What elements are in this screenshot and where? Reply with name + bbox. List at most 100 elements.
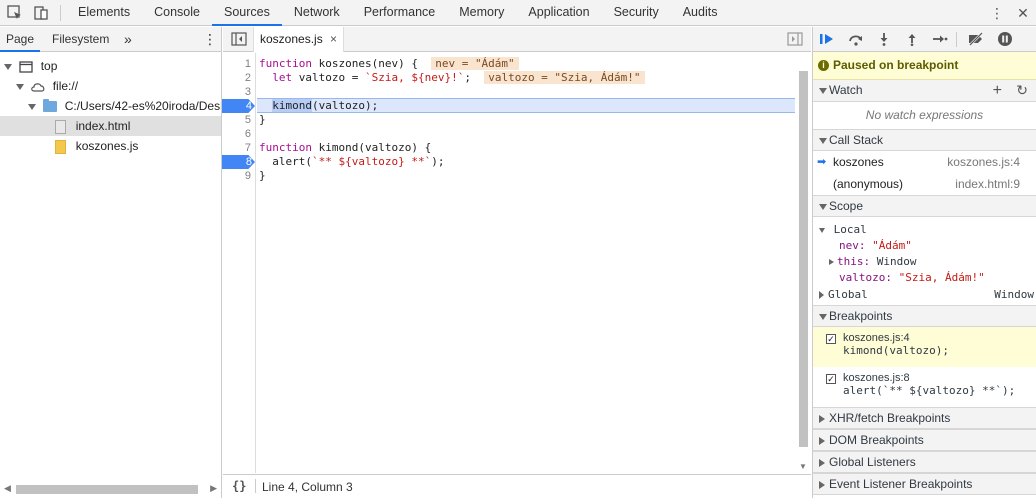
- add-watch-icon[interactable]: +: [993, 80, 1002, 101]
- horizontal-scrollbar[interactable]: ◀ ▶: [0, 480, 221, 498]
- collapsed-arrow-icon[interactable]: [819, 291, 824, 299]
- navigator-menu-icon[interactable]: ⋮: [203, 27, 217, 52]
- step-over-icon[interactable]: [848, 32, 864, 46]
- collapsed-arrow-icon[interactable]: [819, 415, 825, 423]
- expand-arrow-icon[interactable]: [16, 83, 24, 90]
- tree-item-folder[interactable]: C:/Users/42-es%20iroda/Deskt: [0, 96, 221, 116]
- tree-item-label: C:/Users/42-es%20iroda/Deskt: [64, 99, 221, 113]
- section-scope[interactable]: Scope: [813, 195, 1036, 217]
- pretty-print-icon[interactable]: {}: [232, 479, 246, 493]
- expand-arrow-icon[interactable]: [819, 88, 827, 94]
- section-dom-breakpoints[interactable]: DOM Breakpoints: [813, 429, 1036, 451]
- close-icon[interactable]: ✕: [1010, 5, 1036, 22]
- frame-location[interactable]: koszones.js:4: [947, 151, 1020, 173]
- tab-audits[interactable]: Audits: [671, 0, 730, 26]
- code-text: kimond(valtozo) {: [311, 141, 432, 154]
- call-frame[interactable]: (anonymous) index.html:9: [813, 173, 1036, 195]
- scrollbar-thumb[interactable]: [799, 71, 808, 447]
- line-number[interactable]: 7: [223, 141, 251, 155]
- line-number[interactable]: 3: [223, 85, 251, 99]
- tree-item-origin[interactable]: file://: [0, 76, 221, 96]
- string-literal: `Szia, ${nev}!`: [364, 71, 465, 84]
- cloud-icon: [31, 83, 45, 92]
- expand-arrow-icon[interactable]: [819, 204, 827, 210]
- devtools-tabbar: Elements Console Sources Network Perform…: [0, 0, 1036, 26]
- collapsed-arrow-icon[interactable]: [819, 481, 825, 489]
- inspect-element-icon[interactable]: [6, 4, 24, 22]
- scrollbar-thumb[interactable]: [16, 485, 198, 494]
- scroll-down-icon[interactable]: ▼: [799, 462, 807, 471]
- step-icon[interactable]: [932, 32, 948, 46]
- line-number[interactable]: 2: [223, 71, 251, 85]
- scope-local-header[interactable]: Local: [819, 223, 867, 236]
- toggle-debugger-icon[interactable]: [787, 32, 803, 46]
- close-tab-icon[interactable]: ×: [330, 32, 337, 46]
- vertical-scrollbar[interactable]: ▼: [797, 53, 809, 473]
- scroll-right-icon[interactable]: ▶: [210, 483, 217, 494]
- inline-value: valtozo = "Szia, Ádám!": [484, 71, 645, 84]
- code-line-1: function koszones(nev) { nev = "Ádám": [259, 57, 519, 71]
- tab-elements[interactable]: Elements: [66, 0, 142, 26]
- file-tab-label: koszones.js: [260, 32, 323, 46]
- section-event-listener-breakpoints[interactable]: Event Listener Breakpoints: [813, 473, 1036, 495]
- scroll-left-icon[interactable]: ◀: [4, 483, 11, 494]
- breakpoint-marker[interactable]: 4: [222, 99, 255, 113]
- breakpoint-item[interactable]: ✓ koszones.js:8 alert(`** ${valtozo} **`…: [813, 367, 1036, 407]
- code-text: ;: [464, 71, 471, 84]
- step-into-icon[interactable]: [877, 32, 891, 46]
- tab-security[interactable]: Security: [602, 0, 671, 26]
- frame-location[interactable]: index.html:9: [955, 173, 1020, 195]
- breakpoint-marker[interactable]: 8: [222, 155, 255, 169]
- tab-sources[interactable]: Sources: [211, 0, 282, 26]
- code-text: alert(: [272, 155, 312, 168]
- collapsed-arrow-icon[interactable]: [819, 437, 825, 445]
- expand-arrow-icon[interactable]: [4, 63, 12, 70]
- scope-variable[interactable]: nev: "Ádám": [839, 239, 912, 252]
- info-icon: i: [818, 60, 829, 71]
- expand-arrow-icon[interactable]: [819, 138, 827, 144]
- file-icon: [55, 119, 67, 134]
- scope-variable[interactable]: this: Window: [829, 255, 917, 268]
- tab-performance[interactable]: Performance: [352, 0, 448, 26]
- pause-on-exceptions-icon[interactable]: [997, 31, 1013, 47]
- section-global-listeners[interactable]: Global Listeners: [813, 451, 1036, 473]
- line-number[interactable]: 6: [223, 127, 251, 141]
- tab-console[interactable]: Console: [142, 0, 212, 26]
- section-breakpoints[interactable]: Breakpoints: [813, 305, 1036, 327]
- more-vertical-icon[interactable]: ⋮: [984, 5, 1010, 22]
- resume-icon[interactable]: [819, 32, 835, 46]
- refresh-icon[interactable]: ↻: [1016, 80, 1028, 101]
- line-number[interactable]: 1: [223, 57, 251, 71]
- line-number[interactable]: 5: [223, 113, 251, 127]
- variable-name: nev:: [839, 239, 866, 252]
- deactivate-breakpoints-icon[interactable]: [967, 32, 985, 46]
- more-tabs-icon[interactable]: »: [124, 27, 132, 52]
- tab-application[interactable]: Application: [516, 0, 601, 26]
- keyword: function: [259, 141, 312, 154]
- file-tab-koszones-js[interactable]: koszones.js ×: [253, 27, 345, 52]
- section-call-stack[interactable]: Call Stack: [813, 129, 1036, 151]
- step-out-icon[interactable]: [905, 32, 919, 46]
- expand-arrow-icon[interactable]: [28, 103, 36, 110]
- scope-global[interactable]: Global Window: [813, 283, 1036, 305]
- call-frame[interactable]: ➡ koszones koszones.js:4: [813, 151, 1036, 173]
- tab-network[interactable]: Network: [282, 0, 352, 26]
- section-xhr-breakpoints[interactable]: XHR/fetch Breakpoints: [813, 407, 1036, 429]
- tab-page[interactable]: Page: [0, 27, 41, 52]
- device-toolbar-icon[interactable]: [32, 4, 50, 22]
- watch-empty: No watch expressions: [865, 108, 984, 122]
- expand-arrow-icon[interactable]: [819, 314, 827, 320]
- section-watch[interactable]: Watch + ↻: [813, 80, 1036, 102]
- line-gutter[interactable]: 1 2 3 4 5 6 7 8 9: [222, 53, 256, 473]
- breakpoint-item[interactable]: ✓ koszones.js:4 kimond(valtozo);: [813, 327, 1036, 367]
- tab-filesystem[interactable]: Filesystem: [52, 27, 109, 52]
- toggle-navigator-icon[interactable]: [231, 32, 247, 46]
- tab-memory[interactable]: Memory: [447, 0, 516, 26]
- line-number[interactable]: 9: [223, 169, 251, 183]
- expand-arrow-icon[interactable]: [819, 227, 825, 233]
- tree-item-koszones-js[interactable]: koszones.js: [0, 136, 221, 156]
- collapsed-arrow-icon[interactable]: [829, 259, 834, 265]
- collapsed-arrow-icon[interactable]: [819, 459, 825, 467]
- tree-item-index-html[interactable]: index.html: [0, 116, 221, 136]
- tree-item-top[interactable]: top: [0, 56, 221, 76]
